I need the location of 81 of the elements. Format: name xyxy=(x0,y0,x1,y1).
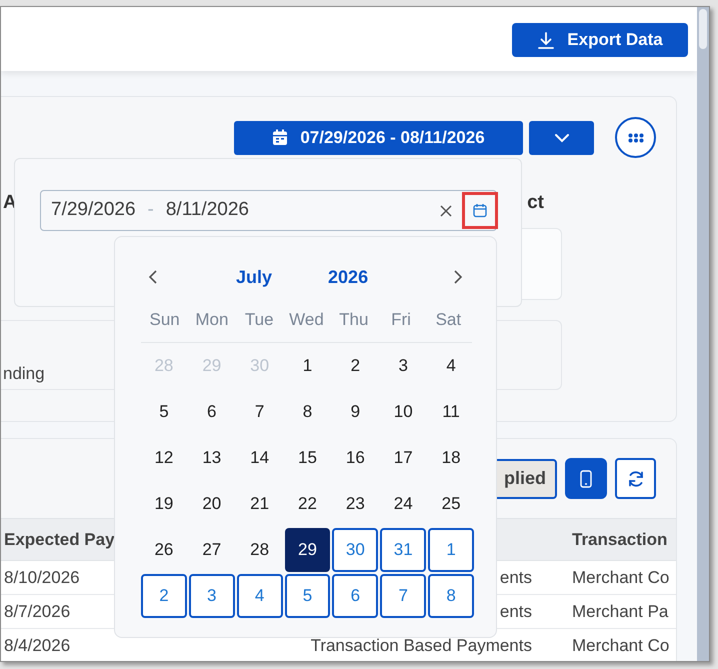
day-cell[interactable]: 7 xyxy=(236,390,283,434)
day-cell[interactable]: 10 xyxy=(380,390,426,434)
date-range-button[interactable]: 07/29/2026 - 08/11/2026 xyxy=(234,120,523,154)
day-cell[interactable]: 30 xyxy=(332,528,378,572)
weekday-label: Mon xyxy=(194,309,230,331)
day-cell[interactable]: 13 xyxy=(188,436,235,480)
end-date: 8/11/2026 xyxy=(166,198,249,222)
table-cell: Merchant Pa xyxy=(572,602,668,621)
apps-button[interactable] xyxy=(615,117,656,158)
day-cell[interactable]: 8 xyxy=(428,574,474,618)
day-cell[interactable]: 21 xyxy=(236,482,283,526)
table-cell: 8/10/2026 xyxy=(4,568,80,587)
date-separator: - xyxy=(148,198,154,222)
table-cell: Transaction Based Payments xyxy=(310,636,532,655)
day-cell[interactable]: 11 xyxy=(428,390,474,434)
month-selector[interactable]: July xyxy=(236,264,272,290)
phone-icon xyxy=(580,470,592,488)
day-cell[interactable]: 5 xyxy=(284,574,330,618)
day-cell[interactable]: 25 xyxy=(428,482,474,526)
day-cell[interactable]: 2 xyxy=(332,344,378,388)
day-cell[interactable]: 4 xyxy=(236,574,283,618)
day-cell[interactable]: 3 xyxy=(380,344,426,388)
calendar-icon[interactable] xyxy=(473,203,487,218)
day-cell[interactable]: 9 xyxy=(332,390,378,434)
day-cell[interactable]: 26 xyxy=(141,528,187,572)
day-cell[interactable]: 24 xyxy=(380,482,426,526)
day-cell[interactable]: 1 xyxy=(428,528,474,572)
refresh-icon xyxy=(626,470,644,488)
weekday-label: Sat xyxy=(434,309,462,331)
day-cell[interactable]: 3 xyxy=(188,574,235,618)
weekday-label: Wed xyxy=(288,309,325,331)
start-date: 7/29/2026 xyxy=(51,198,136,222)
day-cell[interactable]: 18 xyxy=(428,436,474,480)
weekday-label: Thu xyxy=(338,309,370,331)
clear-icon[interactable] xyxy=(440,204,452,216)
day-cell[interactable]: 19 xyxy=(141,482,187,526)
previous-month-icon[interactable] xyxy=(148,269,158,285)
day-cell[interactable]: 17 xyxy=(380,436,426,480)
table-cell: 8/7/2026 xyxy=(4,602,70,621)
day-cell[interactable]: 22 xyxy=(284,482,330,526)
dropdown-button[interactable] xyxy=(529,120,594,154)
table-cell: ents xyxy=(500,568,532,587)
day-cell[interactable]: 2 xyxy=(141,574,187,618)
day-cell[interactable]: 15 xyxy=(284,436,330,480)
weekday-label: Fri xyxy=(390,309,412,331)
card-text: nding xyxy=(3,364,45,382)
day-cell[interactable]: 28 xyxy=(236,528,283,572)
grid-dots-icon xyxy=(628,132,644,142)
weekday-label: Tue xyxy=(244,309,275,331)
table-cell: Merchant Co xyxy=(572,636,670,655)
day-cell[interactable]: 6 xyxy=(188,390,235,434)
day-cell[interactable]: 23 xyxy=(332,482,378,526)
day-cell[interactable]: 6 xyxy=(332,574,378,618)
column-header[interactable]: Transaction xyxy=(532,526,676,552)
day-cell[interactable]: 12 xyxy=(141,436,187,480)
mobile-view-button[interactable] xyxy=(565,458,607,499)
day-cell[interactable]: 16 xyxy=(332,436,378,480)
day-cell[interactable]: 14 xyxy=(236,436,283,480)
refresh-button[interactable] xyxy=(615,458,656,499)
chevron-down-icon xyxy=(554,132,570,142)
day-cell[interactable]: 20 xyxy=(188,482,235,526)
day-cell[interactable]: 7 xyxy=(380,574,426,618)
calendar-icon xyxy=(272,129,288,146)
weekday-label: Sun xyxy=(148,309,181,331)
day-cell[interactable]: 31 xyxy=(380,528,426,572)
year-selector[interactable]: 2026 xyxy=(328,264,368,290)
table-cell: ents xyxy=(500,602,532,621)
table-cell: Merchant Co xyxy=(572,568,670,587)
date-range-field[interactable]: 7/29/2026 - 8/11/2026 xyxy=(40,190,497,231)
download-icon xyxy=(537,30,556,50)
table-cell: 8/4/2026 xyxy=(4,636,70,655)
day-cell[interactable]: 29 xyxy=(284,528,330,572)
day-cell[interactable]: 27 xyxy=(188,528,235,572)
next-month-icon[interactable] xyxy=(453,269,463,285)
scrollbar[interactable] xyxy=(697,7,709,661)
day-cell[interactable]: 8 xyxy=(284,390,330,434)
day-cell[interactable]: 5 xyxy=(141,390,187,434)
section-heading: ct xyxy=(527,191,544,215)
day-cell[interactable]: 1 xyxy=(284,344,330,388)
export-button[interactable]: Export Data xyxy=(512,23,688,57)
day-cell[interactable]: 4 xyxy=(428,344,474,388)
